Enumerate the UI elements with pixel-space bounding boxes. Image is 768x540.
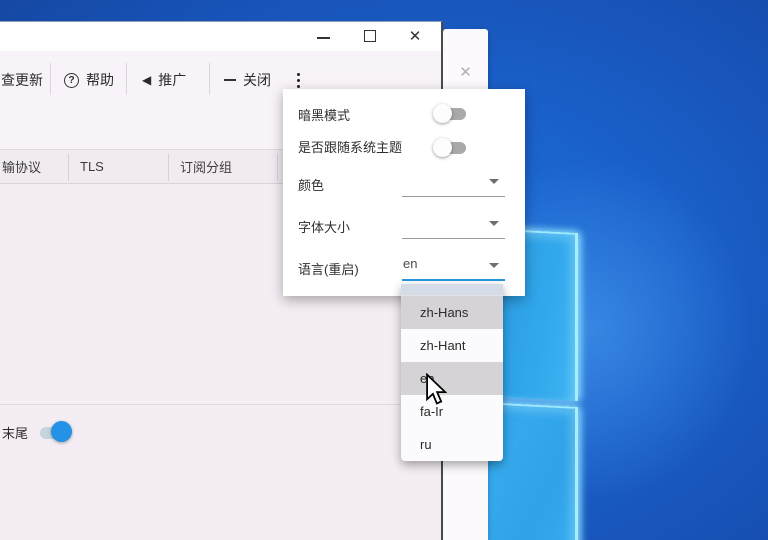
column-header-protocol[interactable]: 输协议 <box>0 150 68 183</box>
follow-system-theme-label: 是否跟随系统主题 <box>298 137 402 156</box>
dropdown-item-fa-ir[interactable]: fa-Ir <box>401 395 503 428</box>
toolbar-divider <box>126 63 127 95</box>
color-select-underline <box>402 196 505 197</box>
chevron-down-icon[interactable] <box>489 221 499 226</box>
minimize-button[interactable] <box>306 22 340 51</box>
chevron-down-icon[interactable] <box>489 263 499 268</box>
maximize-button[interactable] <box>353 22 387 51</box>
toggle-knob[interactable] <box>51 421 72 442</box>
footer-bar: 末尾 <box>0 414 441 454</box>
help-icon: ? <box>64 73 79 88</box>
mouse-cursor <box>425 373 447 407</box>
dropdown-item-en[interactable]: en <box>401 362 503 395</box>
column-divider <box>277 154 278 181</box>
minus-icon <box>224 79 236 81</box>
speaker-icon: ◀ <box>142 73 151 87</box>
scroll-to-end-label: 末尾 <box>2 423 28 442</box>
toolbar-divider <box>50 63 51 95</box>
column-header-subscription-group[interactable]: 订阅分组 <box>168 150 277 183</box>
color-label: 颜色 <box>298 175 324 194</box>
close-icon[interactable]: ✕ <box>443 65 488 81</box>
help-button[interactable]: ? 帮助 <box>64 65 114 95</box>
check-update-label: 查更新 <box>1 70 43 90</box>
toolbar-divider <box>209 63 210 95</box>
desktop: ✕ ⌄ ? ✕ 查更新 ? 帮助 ◀ 推广 <box>0 0 768 540</box>
chevron-down-icon[interactable] <box>489 179 499 184</box>
titlebar: ✕ <box>0 22 441 51</box>
minimize-icon <box>317 37 330 39</box>
toggle-knob[interactable] <box>433 138 452 157</box>
language-dropdown-list: zh-Hans zh-Hant en fa-Ir ru <box>401 284 503 461</box>
promotion-button[interactable]: ◀ 推广 <box>142 65 186 95</box>
help-label: 帮助 <box>86 70 114 90</box>
dropdown-item-zh-hant[interactable]: zh-Hant <box>401 329 503 362</box>
check-update-button[interactable]: 查更新 <box>1 65 43 95</box>
column-header-tls[interactable]: TLS <box>68 150 168 183</box>
dropdown-top-strip <box>401 284 503 296</box>
font-size-select-underline <box>402 238 505 239</box>
footer-divider <box>0 404 441 405</box>
language-select[interactable]: en <box>403 256 417 271</box>
dropdown-item-zh-hans[interactable]: zh-Hans <box>401 296 503 329</box>
language-label: 语言(重启) <box>298 259 359 278</box>
close-core-button[interactable]: 关闭 <box>224 65 271 95</box>
promotion-label: 推广 <box>158 70 186 90</box>
language-select-focus-underline <box>402 279 505 281</box>
settings-popup: 暗黑模式 是否跟随系统主题 颜色 字体大小 语言(重启) en <box>283 89 525 296</box>
close-button[interactable]: ✕ <box>398 22 432 51</box>
dark-mode-label: 暗黑模式 <box>298 105 350 124</box>
maximize-icon <box>364 30 376 42</box>
close-icon: ✕ <box>409 28 422 45</box>
toggle-knob[interactable] <box>433 104 452 123</box>
font-size-label: 字体大小 <box>298 217 350 236</box>
dropdown-item-ru[interactable]: ru <box>401 428 503 461</box>
close-core-label: 关闭 <box>243 70 271 90</box>
